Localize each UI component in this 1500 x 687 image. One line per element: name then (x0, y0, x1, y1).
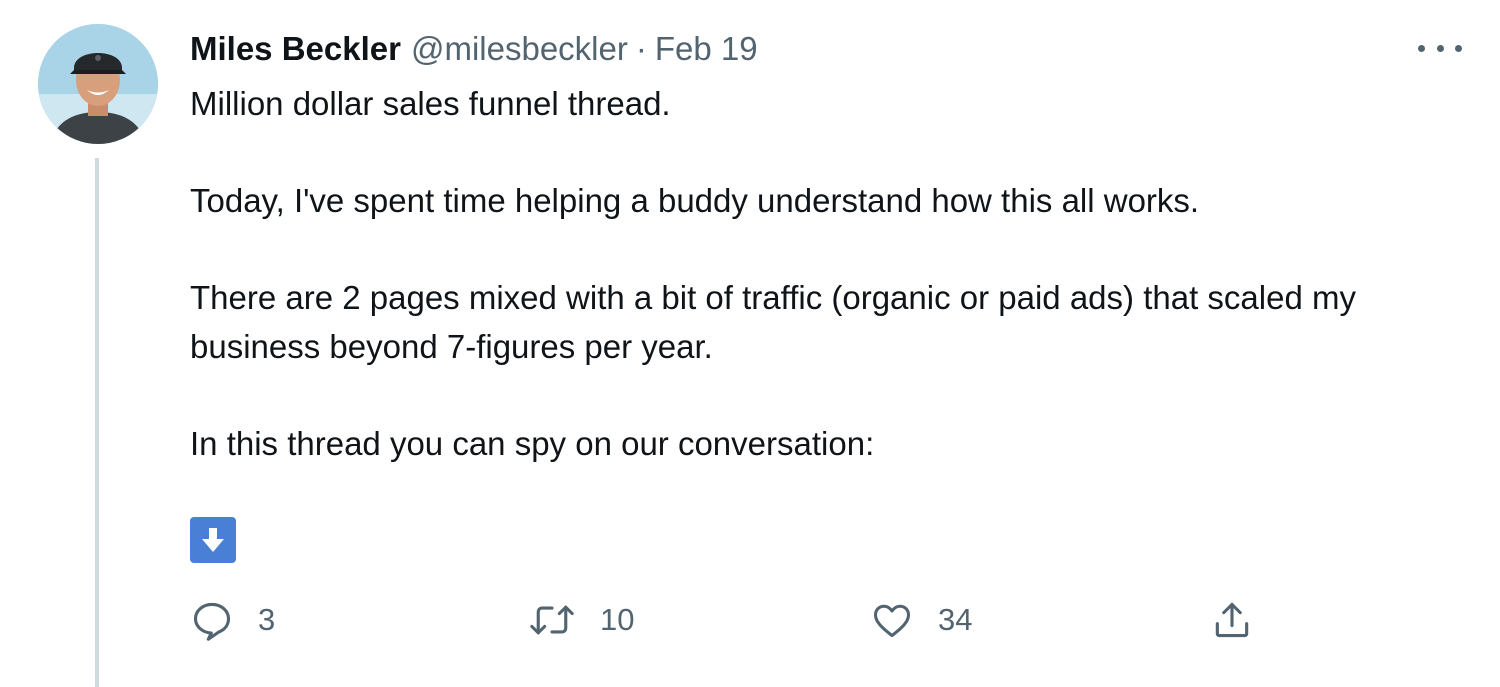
like-count: 34 (938, 602, 973, 637)
action-bar: 3 10 34 (190, 592, 1290, 648)
tweet-paragraph: Today, I've spent time helping a buddy u… (190, 182, 1200, 219)
more-horizontal-icon[interactable] (1418, 34, 1462, 62)
author-handle[interactable]: @milesbeckler (411, 26, 628, 72)
thread-line (95, 158, 99, 687)
header-separator: · (635, 30, 647, 67)
tweet-paragraph: In this thread you can spy on our conver… (190, 425, 875, 462)
tweet-text: Million dollar sales funnel thread. Toda… (190, 79, 1480, 468)
avatar[interactable] (38, 24, 158, 144)
more-dot (1436, 44, 1444, 52)
down-arrow-emoji (190, 517, 236, 563)
share-button[interactable] (1210, 592, 1254, 648)
tweet-date[interactable]: Feb 19 (655, 26, 758, 72)
tweet-paragraph: There are 2 pages mixed with a bit of tr… (190, 279, 1356, 365)
tweet[interactable]: Miles Beckler @milesbeckler · Feb 19 Mil… (0, 0, 1500, 687)
avatar-image (38, 24, 158, 144)
like-button[interactable]: 34 (870, 592, 972, 648)
retweet-icon (528, 598, 576, 642)
reply-count: 3 (258, 602, 276, 637)
down-arrow-icon (202, 528, 224, 552)
tweet-paragraph: Million dollar sales funnel thread. (190, 85, 671, 122)
heart-icon (870, 598, 914, 642)
tweet-header: Miles Beckler @milesbeckler · Feb 19 (190, 26, 758, 72)
reply-button[interactable]: 3 (190, 592, 275, 648)
more-dot (1455, 44, 1462, 52)
author-name[interactable]: Miles Beckler (190, 26, 401, 72)
retweet-count: 10 (600, 602, 635, 637)
share-icon (1210, 598, 1254, 642)
reply-icon (190, 598, 234, 642)
retweet-button[interactable]: 10 (528, 592, 634, 648)
more-dot (1418, 44, 1425, 52)
